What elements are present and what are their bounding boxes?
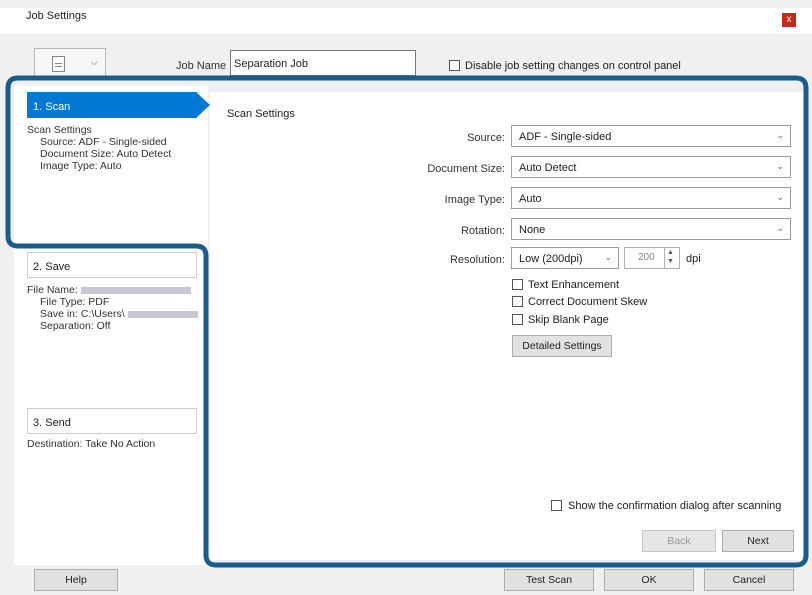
redacted-text (80, 286, 191, 294)
confirm-dialog-checkbox[interactable] (551, 500, 562, 511)
resolution-label: Resolution: (449, 254, 505, 266)
window-title: Job Settings (26, 10, 87, 22)
image-type-select[interactable]: Auto ⌄ (511, 187, 791, 209)
skip-blank-label: Skip Blank Page (528, 314, 609, 326)
chevron-down-icon: ⌄ (776, 223, 784, 233)
chevron-down-icon: ⌄ (604, 252, 612, 262)
job-name-input[interactable]: Separation Job (230, 50, 416, 76)
chevron-down-icon: ⌄ (776, 161, 784, 171)
source-select[interactable]: ADF - Single-sided ⌄ (511, 125, 791, 147)
title-bar (0, 8, 812, 34)
test-scan-button[interactable]: Test Scan (504, 569, 594, 591)
redacted-text (127, 310, 198, 318)
disable-changes-checkbox[interactable] (449, 60, 460, 71)
save-summary-file-name: File Name: (27, 284, 191, 296)
document-size-label: Document Size: (427, 163, 505, 175)
detailed-settings-button[interactable]: Detailed Settings (512, 335, 612, 357)
image-type-value: Auto (519, 193, 542, 205)
skip-blank-checkbox[interactable] (512, 314, 523, 325)
dpi-value: 200 (638, 252, 655, 263)
disable-changes-label: Disable job setting changes on control p… (465, 60, 681, 72)
scan-summary-document-size: Document Size: Auto Detect (40, 148, 172, 160)
step-scan-tab[interactable]: 1. Scan (27, 92, 197, 118)
resolution-select[interactable]: Low (200dpi) ⌄ (511, 247, 619, 269)
scan-summary-title: Scan Settings (27, 124, 92, 136)
image-type-label: Image Type: (444, 194, 505, 206)
correct-skew-checkbox[interactable] (512, 296, 523, 307)
cancel-button[interactable]: Cancel (704, 569, 794, 591)
job-icon-dropdown[interactable]: ⌵ (34, 48, 106, 80)
document-size-value: Auto Detect (519, 162, 577, 174)
job-settings-window: Job Settings x ⌵ Job Name Separation Job… (0, 0, 812, 595)
rotation-value: None (519, 224, 546, 236)
file-name-label: File Name: (27, 284, 78, 296)
rotation-label: Rotation: (460, 225, 505, 237)
spin-down-icon[interactable]: ▼ (667, 258, 674, 265)
confirm-dialog-label: Show the confirmation dialog after scann… (568, 500, 782, 512)
rotation-select[interactable]: None ⌄ (511, 218, 791, 240)
scan-summary-image-type: Image Type: Auto (40, 160, 122, 172)
send-summary-destination: Destination: Take No Action (27, 438, 156, 450)
save-summary-save-in: Save in: C:\Users\ (40, 308, 198, 320)
dpi-unit: dpi (686, 253, 701, 265)
job-name-label: Job Name (176, 60, 227, 72)
save-summary-separation: Separation: Off (40, 320, 111, 332)
close-button[interactable]: x (782, 13, 796, 27)
resolution-value: Low (200dpi) (519, 253, 583, 265)
chevron-down-icon: ⌄ (776, 130, 784, 140)
source-label: Source: (467, 132, 505, 144)
scan-settings-title: Scan Settings (227, 108, 295, 120)
document-icon (52, 56, 65, 72)
chevron-down-icon: ⌄ (776, 192, 784, 202)
source-value: ADF - Single-sided (519, 131, 612, 143)
scan-summary-source: Source: ADF - Single-sided (40, 136, 167, 148)
text-enhancement-label: Text Enhancement (528, 279, 620, 291)
spin-up-icon[interactable]: ▲ (667, 249, 674, 256)
help-button[interactable]: Help (34, 569, 118, 591)
active-step-arrow (196, 92, 210, 118)
ok-button[interactable]: OK (604, 569, 694, 591)
back-button[interactable]: Back (642, 530, 716, 552)
step-send-tab[interactable]: 3. Send (27, 408, 197, 434)
next-button[interactable]: Next (722, 530, 794, 552)
text-enhancement-checkbox[interactable] (512, 279, 523, 290)
step-save-tab[interactable]: 2. Save (27, 252, 197, 278)
chevron-down-icon: ⌵ (91, 57, 98, 67)
save-in-label: Save in: C:\Users\ (40, 308, 125, 320)
save-summary-file-type: File Type: PDF (40, 296, 110, 308)
document-size-select[interactable]: Auto Detect ⌄ (511, 156, 791, 178)
dpi-spin-buttons[interactable]: ▲ ▼ (664, 248, 679, 268)
correct-skew-label: Correct Document Skew (528, 296, 648, 308)
